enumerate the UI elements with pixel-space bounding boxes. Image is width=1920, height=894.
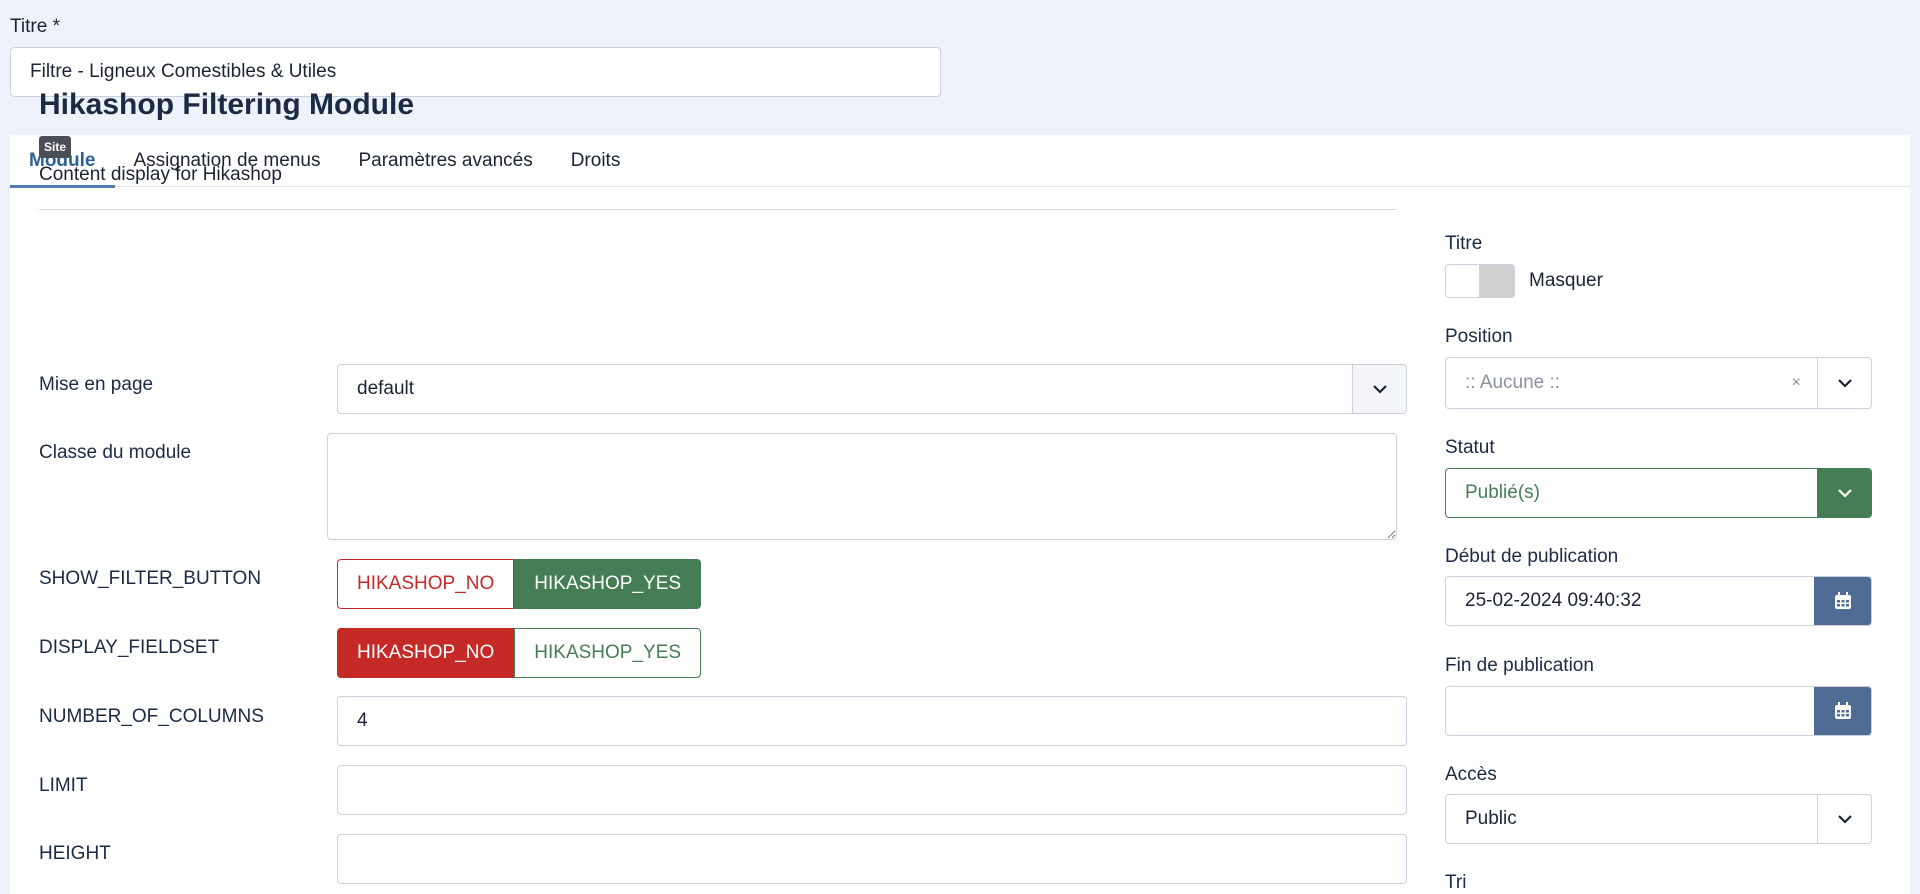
number-of-columns-input[interactable] (337, 696, 1407, 746)
position-placeholder: :: Aucune :: (1465, 372, 1561, 393)
display-fieldset-yes-button[interactable]: HIKASHOP_YES (514, 628, 702, 678)
tab-advanced[interactable]: Paramètres avancés (339, 135, 551, 187)
module-class-textarea[interactable] (327, 433, 1397, 540)
switch-knob (1479, 265, 1514, 297)
display-fieldset-toggle: HIKASHOP_NO HIKASHOP_YES (337, 628, 702, 678)
module-description: Content display for Hikashop (39, 164, 282, 185)
chevron-down-icon (1817, 469, 1871, 517)
module-class-label: Classe du module (39, 442, 192, 463)
show-title-label: Titre (1445, 233, 1483, 254)
publish-down-label: Fin de publication (1445, 655, 1594, 676)
layout-select[interactable]: default (337, 364, 1407, 414)
status-value: Publié(s) (1465, 482, 1540, 503)
publish-down-field (1445, 686, 1872, 736)
site-badge: Site (39, 136, 72, 158)
layout-label: Mise en page (39, 374, 154, 395)
position-label: Position (1445, 326, 1513, 347)
divider (39, 209, 1397, 210)
access-label: Accès (1445, 764, 1497, 785)
limit-label: LIMIT (39, 775, 88, 796)
calendar-icon[interactable] (1814, 687, 1871, 735)
display-fieldset-no-button[interactable]: HIKASHOP_NO (337, 628, 515, 678)
height-label: HEIGHT (39, 843, 111, 864)
height-input[interactable] (337, 834, 1407, 884)
calendar-icon[interactable] (1814, 577, 1871, 625)
access-select[interactable]: Public (1445, 794, 1872, 844)
chevron-down-icon (1817, 358, 1871, 408)
display-fieldset-label: DISPLAY_FIELDSET (39, 637, 220, 658)
ordering-label: Tri (1445, 872, 1467, 893)
clear-icon[interactable]: × (1776, 374, 1817, 392)
publish-up-input[interactable] (1446, 577, 1814, 625)
number-of-columns-label: NUMBER_OF_COLUMNS (39, 706, 264, 727)
access-value: Public (1465, 808, 1517, 829)
tab-bar: Module Assignation de menus Paramètres a… (10, 135, 1910, 188)
show-filter-button-toggle: HIKASHOP_NO HIKASHOP_YES (337, 559, 702, 609)
layout-value: default (357, 378, 415, 399)
chevron-down-icon (1352, 365, 1406, 413)
module-title: Hikashop Filtering Module (39, 88, 415, 121)
title-label: Titre * (10, 16, 60, 37)
publish-up-label: Début de publication (1445, 546, 1619, 567)
show-title-switch-label: Masquer (1529, 270, 1603, 291)
position-select[interactable]: :: Aucune :: × (1445, 357, 1872, 409)
publish-up-field (1445, 576, 1872, 626)
chevron-down-icon (1817, 795, 1871, 843)
show-title-switch[interactable] (1445, 264, 1515, 298)
status-select[interactable]: Publié(s) (1445, 468, 1872, 518)
show-filter-button-label: SHOW_FILTER_BUTTON (39, 568, 262, 589)
publish-down-input[interactable] (1446, 687, 1814, 735)
show-filter-no-button[interactable]: HIKASHOP_NO (337, 559, 515, 609)
tab-permissions[interactable]: Droits (552, 135, 640, 187)
show-filter-yes-button[interactable]: HIKASHOP_YES (514, 559, 702, 609)
status-label: Statut (1445, 437, 1495, 458)
limit-input[interactable] (337, 765, 1407, 815)
